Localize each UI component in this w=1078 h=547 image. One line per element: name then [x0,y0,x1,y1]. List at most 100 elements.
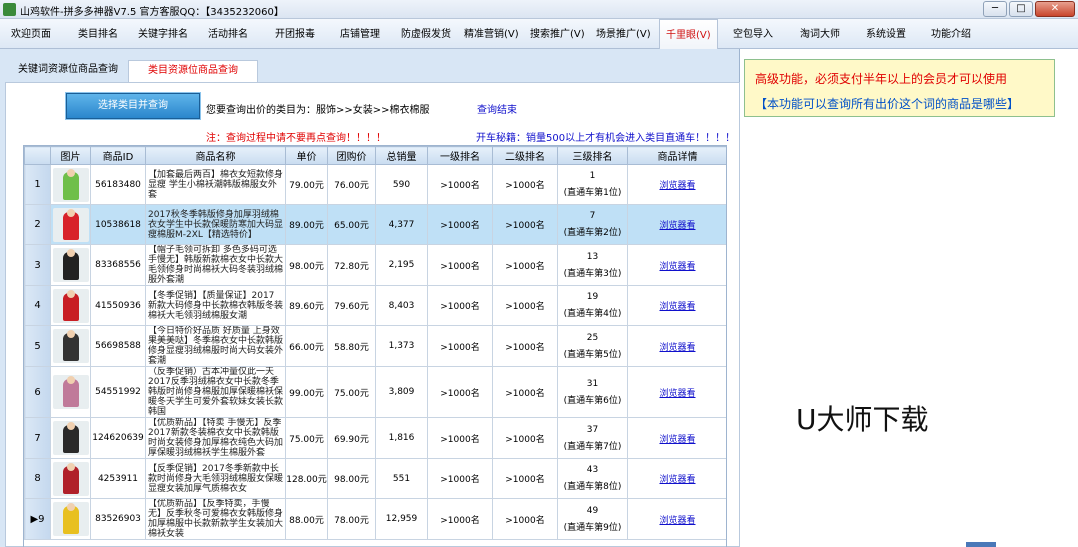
table-row[interactable]: 2 10538618 2017秋冬季韩版修身加厚羽绒棉衣女学生中长款保暖防寒加大码显… [24,204,726,245]
menu-fake-shipping[interactable]: 防虚假发货 [401,25,451,40]
product-name: （反季促销）古本冲量仅此一天2017反季羽绒棉衣女中长款冬季韩版时尚修身棉服加厚… [145,366,286,418]
menu-keyword-rank[interactable]: 关键字排名 [138,25,188,40]
row-index[interactable]: 4 [24,285,51,326]
product-price: 89.60元 [285,285,328,326]
rank3-position: (直通车第3位) [563,268,622,279]
row-index[interactable]: 7 [24,417,51,459]
detail-link[interactable]: 浏览器看 [627,417,726,459]
maximize-button[interactable]: □ [1009,1,1033,17]
header-rank2[interactable]: 二级排名 [492,146,558,165]
menu-shop-manage[interactable]: 店铺管理 [340,25,380,40]
scrollbar[interactable] [966,542,996,547]
product-id: 124620639 [90,417,146,459]
menu-empty-package[interactable]: 空包导入 [733,25,773,40]
detail-link[interactable]: 浏览器看 [627,164,726,205]
menu-category-rank[interactable]: 类目排名 [78,25,118,40]
rank-level1: >1000名 [427,417,493,459]
rank-level1: >1000名 [427,366,493,418]
tab-category-resource[interactable]: 类目资源位商品查询 [128,60,258,82]
header-rank1[interactable]: 一级排名 [427,146,493,165]
detail-link[interactable]: 浏览器看 [627,244,726,286]
product-thumbnail [52,502,89,536]
rank-level2: >1000名 [492,498,558,540]
rank-level3: 13 (直通车第3位) [557,244,628,286]
group-price: 72.80元 [327,244,376,286]
rank-level2: >1000名 [492,244,558,286]
header-index [24,146,51,165]
window-title: 山鸡软件-拼多多神器V7.5 官方客服QQ：【3435232060】 [20,7,284,18]
product-image-cell [50,498,91,540]
query-status: 查询结束 [477,105,517,116]
total-sales: 2,195 [375,244,428,286]
menu-welcome[interactable]: 欢迎页面 [11,25,51,40]
row-index[interactable]: 6 [24,366,51,418]
menu-intro[interactable]: 功能介绍 [931,25,971,40]
select-category-button[interactable]: 选择类目并查询 [65,92,201,120]
table-row[interactable]: 6 54551992 （反季促销）古本冲量仅此一天2017反季羽绒棉衣女中长款冬季韩… [24,366,726,418]
rank3-value: 25 [586,332,599,343]
table-row[interactable]: 3 83368556 【帽子毛领可拆卸 多色多码可选手慢无】韩版新款棉衣女中长款大毛… [24,244,726,286]
rank-level3: 31 (直通车第6位) [557,366,628,418]
product-id: 83368556 [90,244,146,286]
header-id[interactable]: 商品ID [90,146,146,165]
header-detail[interactable]: 商品详情 [627,146,726,165]
rank3-position: (直通车第2位) [563,228,622,238]
product-id: 54551992 [90,366,146,418]
product-name: 2017秋冬季韩版修身加厚羽绒棉衣女学生中长款保暖防寒加大码显瘦棉服M-2XL【… [145,204,286,245]
table-row[interactable]: 7 124620639 【优质新品】【特卖 手慢无】反季2017新款冬装棉衣女中长款… [24,417,726,459]
rank-level1: >1000名 [427,458,493,499]
product-price: 98.00元 [285,244,328,286]
row-index[interactable]: 3 [24,244,51,286]
product-price: 88.00元 [285,498,328,540]
row-index[interactable]: 2 [24,204,51,245]
detail-link[interactable]: 浏览器看 [627,458,726,499]
rank-level3: 7 (直通车第2位) [557,204,628,245]
menu-group-report[interactable]: 开团报毒 [275,25,315,40]
table-row[interactable]: 8 4253911 【反季促销】2017冬季新款中长款时尚修身大毛领羽绒棉服女保暖显… [24,458,726,499]
header-price[interactable]: 单价 [285,146,328,165]
total-sales: 1,816 [375,417,428,459]
detail-link[interactable]: 浏览器看 [627,204,726,245]
menu-settings[interactable]: 系统设置 [866,25,906,40]
menu-activity-rank[interactable]: 活动排名 [208,25,248,40]
table-row[interactable]: 1 56183480 【加套最后两百】棉衣女短款修身显瘦 学生小棉袄潮韩版棉服女外套… [24,164,726,205]
rank-level1: >1000名 [427,164,493,205]
header-rank3[interactable]: 三级排名 [557,146,628,165]
row-index[interactable]: 8 [24,458,51,499]
detail-link[interactable]: 浏览器看 [627,498,726,540]
product-image-cell [50,164,91,205]
table-row[interactable]: 4 41550936 【冬季促销】【质量保证】2017新款大码修身中长款棉衣韩版冬装… [24,285,726,326]
header-sales[interactable]: 总销量 [375,146,428,165]
total-sales: 3,809 [375,366,428,418]
menu-scene-promo[interactable]: 场景推广(V) [596,25,651,40]
group-price: 78.00元 [327,498,376,540]
watermark: U大师下载 [796,403,929,436]
row-index[interactable]: ▶9 [24,498,51,540]
header-image[interactable]: 图片 [50,146,91,165]
close-button[interactable]: ✕ [1035,1,1075,17]
header-group-price[interactable]: 团购价 [327,146,376,165]
minimize-button[interactable]: ─ [983,1,1007,17]
product-id: 56183480 [90,164,146,205]
product-price: 89.00元 [285,204,328,245]
product-image-cell [50,458,91,499]
row-index[interactable]: 1 [24,164,51,205]
row-index[interactable]: 5 [24,325,51,367]
menu-qianliyan[interactable]: 千里眼(V) [659,19,718,49]
table-row[interactable]: ▶9 83526903 【优质新品】【反季特卖，手慢无】反季秋冬可爱棉衣女韩版修身加… [24,498,726,540]
rank3-position: (直通车第8位) [563,482,622,492]
detail-link[interactable]: 浏览器看 [627,325,726,367]
detail-link[interactable]: 浏览器看 [627,285,726,326]
rank-level3: 25 (直通车第5位) [557,325,628,367]
rank3-value: 7 [589,211,596,221]
rank-level2: >1000名 [492,285,558,326]
menu-word-master[interactable]: 淘词大师 [800,25,840,40]
menu-marketing[interactable]: 精准营销(V) [464,25,519,40]
header-name[interactable]: 商品名称 [145,146,286,165]
menu-search-promo[interactable]: 搜索推广(V) [530,25,585,40]
tab-keyword-resource[interactable]: 关键词资源位商品查询 [8,60,128,82]
detail-link[interactable]: 浏览器看 [627,366,726,418]
product-id: 10538618 [90,204,146,245]
product-thumbnail [52,329,89,363]
table-row[interactable]: 5 56698588 【今日特价好品质 好质量 上身效果美美哒】冬季棉衣女中长款韩版… [24,325,726,367]
